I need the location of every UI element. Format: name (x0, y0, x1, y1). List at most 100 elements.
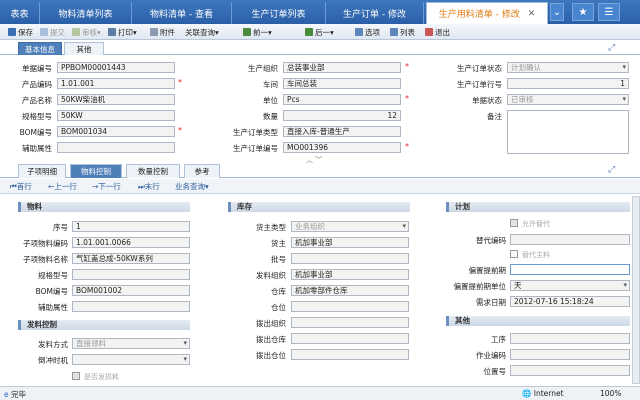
location-field[interactable] (291, 301, 409, 312)
globe-icon: 🌐 (522, 389, 532, 398)
exit-button[interactable]: 退出 (425, 26, 450, 38)
op-label: 作业编码 (476, 351, 506, 360)
workshop-field[interactable]: 车间总装 (283, 78, 401, 89)
options-button[interactable]: 选项 (355, 26, 380, 38)
zoom-level[interactable]: 100% (600, 389, 621, 398)
warehouse-field[interactable]: 机加零部件仓库 (291, 285, 409, 296)
item-code-field[interactable]: 1.01.001.0066 (72, 237, 190, 248)
issue-org-label: 发料组织 (256, 271, 286, 280)
submit-button[interactable]: 提交 (40, 26, 65, 38)
last-row-button[interactable]: ⏭ 末行 (138, 181, 160, 192)
offset-field[interactable] (510, 264, 630, 275)
product-name-label: 产品名称 (22, 96, 52, 105)
qty-field[interactable]: 12 (283, 110, 401, 121)
pick-wh-field[interactable] (291, 333, 409, 344)
tab-table[interactable]: 表表 (0, 2, 40, 24)
process-label: 工序 (491, 335, 506, 344)
tab-bom-view[interactable]: 物料清单 - 查看 (132, 2, 232, 24)
form-tabs: 基本信息 其他 ⤢ (0, 41, 640, 55)
org-field[interactable]: 总装事业部 (283, 62, 401, 73)
product-code-field[interactable]: 1.01.001 (57, 78, 175, 89)
attach-button[interactable]: 附件 (150, 26, 175, 38)
bom-field[interactable]: BOM001034 (57, 126, 175, 137)
related-query-button[interactable]: 关联查询 ▾ (185, 26, 219, 38)
lot-field[interactable] (291, 253, 409, 264)
business-query-button[interactable]: 业务查询 ▾ (175, 181, 209, 192)
sub-code-label: 替代编码 (476, 236, 506, 245)
item-spec-field[interactable] (72, 269, 190, 280)
loss-checkbox[interactable] (72, 372, 80, 380)
doc-status-select[interactable]: 已审核 (507, 94, 629, 105)
item-aux-field[interactable] (72, 301, 190, 312)
menu-icon[interactable]: ☰ (598, 3, 620, 21)
need-date-field[interactable]: 2012-07-16 15:18:24 (510, 296, 630, 307)
spec-field[interactable]: 50KW (57, 110, 175, 121)
print-button[interactable]: 打印 ▾ (108, 26, 137, 38)
audit-button[interactable]: 审核 ▾ (72, 26, 101, 38)
tab-ppbom-edit[interactable]: 生产用料清单 - 修改 ✕ (426, 2, 548, 24)
pos-field[interactable] (510, 365, 630, 376)
required-mark: * (405, 94, 409, 103)
tab-qty-control[interactable]: 数量控制 (126, 164, 180, 178)
status-bar: e 完毕 🌐 Internet 100% (0, 386, 640, 400)
owner-type-label: 货主类型 (256, 223, 286, 232)
tab-order-edit[interactable]: 生产订单 - 修改 (326, 2, 424, 24)
item-name-field[interactable]: 气缸盖总成-50KW系列 (72, 253, 190, 264)
order-line-field[interactable]: 1 (507, 78, 629, 89)
need-date-label: 需求日期 (476, 298, 506, 307)
last-icon: ⏭ (138, 181, 145, 191)
list-icon (390, 28, 398, 36)
backflush-select[interactable] (72, 354, 190, 365)
allow-sub-checkbox[interactable] (510, 219, 518, 227)
prev-record-button[interactable]: 前一 ▾ (243, 26, 272, 38)
pick-loc-field[interactable] (291, 349, 409, 360)
tab-material-control[interactable]: 物料控制 (70, 164, 122, 178)
tab-detail[interactable]: 子项明细 (18, 164, 66, 178)
process-field[interactable] (510, 333, 630, 344)
close-icon[interactable]: ✕ (528, 9, 536, 19)
audit-icon (72, 28, 80, 36)
order-no-field[interactable]: MO001396 (283, 142, 401, 153)
method-select[interactable]: 直接领料 (72, 338, 190, 349)
order-type-field[interactable]: 直接入库-普通生产 (283, 126, 401, 137)
remark-textarea[interactable] (507, 110, 629, 154)
tab-order-list[interactable]: 生产订单列表 (232, 2, 326, 24)
next-record-button[interactable]: 后一 ▾ (305, 26, 334, 38)
chevron-down-icon[interactable]: ⌄ (550, 3, 564, 21)
sub-code-field[interactable] (510, 234, 630, 245)
prev-row-button[interactable]: ← 上一行 (48, 181, 77, 192)
vertical-scrollbar[interactable] (632, 196, 640, 384)
tab-basic-info[interactable]: 基本信息 (18, 42, 62, 55)
order-status-select[interactable]: 计划确认 (507, 62, 629, 73)
code-field[interactable]: PPBOM00001443 (57, 62, 175, 73)
item-bom-field[interactable]: BOM001002 (72, 285, 190, 296)
aux-field[interactable] (57, 142, 175, 153)
expand-icon[interactable]: ⤢ (608, 165, 615, 175)
owner-field[interactable]: 机加事业部 (291, 237, 409, 248)
workshop-label: 车间 (263, 80, 278, 89)
product-name-field[interactable]: 50KW柴油机 (57, 94, 175, 105)
offset-unit-select[interactable]: 天 (510, 280, 630, 291)
other-section-header: 其他 (446, 316, 630, 326)
list-button[interactable]: 列表 (390, 26, 415, 38)
issue-org-field[interactable]: 机加事业部 (291, 269, 409, 280)
expand-icon[interactable]: ⤢ (608, 43, 615, 53)
order-line-label: 生产订单行号 (457, 80, 502, 89)
pick-wh-label: 拨出仓库 (256, 335, 286, 344)
tab-bom-list[interactable]: 物料清单列表 (40, 2, 132, 24)
owner-type-select[interactable]: 业务组织 (291, 221, 409, 232)
op-field[interactable] (510, 349, 630, 360)
save-button[interactable]: 保存 (8, 26, 33, 38)
seq-field[interactable]: 1 (72, 221, 190, 232)
tab-reference[interactable]: 参考 (184, 164, 220, 178)
tab-other[interactable]: 其他 (64, 42, 104, 55)
sub-main-checkbox[interactable] (510, 250, 518, 258)
unit-field[interactable]: Pcs (283, 94, 401, 105)
first-row-button[interactable]: ⏮ 首行 (10, 181, 32, 192)
item-name-label: 子项物料名称 (23, 255, 68, 264)
plan-section-header: 计划 (446, 202, 630, 212)
next-row-button[interactable]: → 下一行 (92, 181, 121, 192)
pick-org-field[interactable] (291, 317, 409, 328)
star-icon[interactable]: ★ (572, 3, 594, 21)
sub-main-label: 替代主料 (522, 251, 550, 259)
